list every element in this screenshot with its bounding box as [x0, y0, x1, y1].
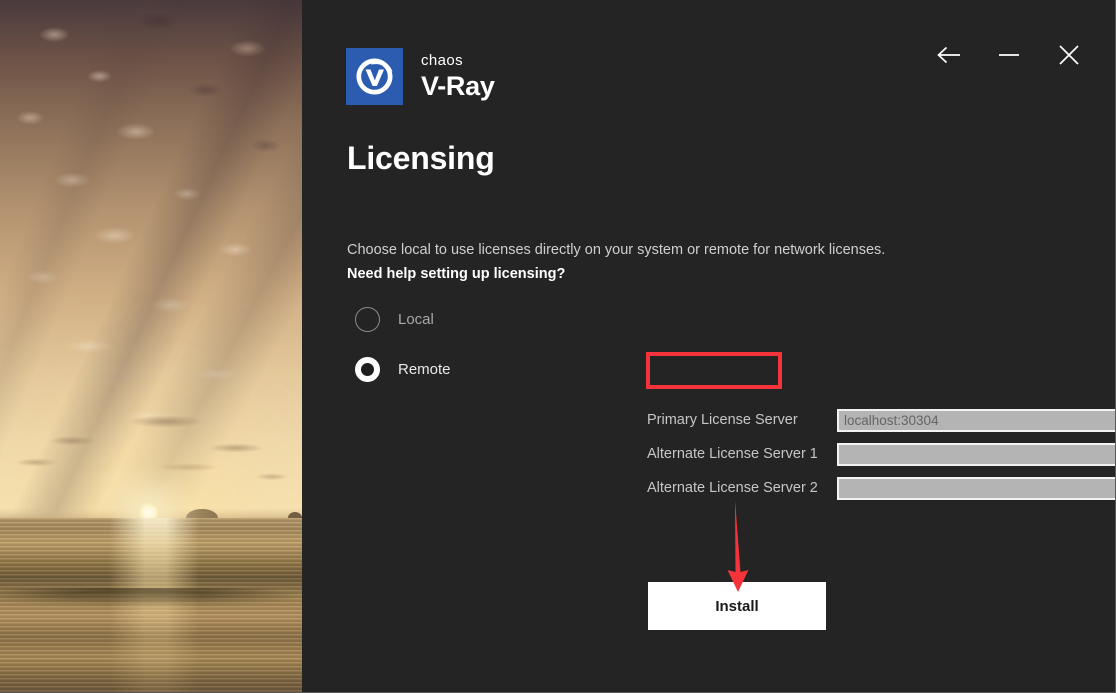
radio-checked-icon[interactable] [355, 357, 380, 382]
close-button[interactable] [1052, 38, 1086, 72]
hero-image [0, 0, 302, 693]
primary-server-input[interactable] [837, 409, 1116, 432]
page-description: Choose local to use licenses directly on… [347, 242, 885, 258]
local-radio-label: Local [398, 311, 434, 328]
brand-logo: chaos V-Ray [346, 48, 495, 105]
wave-crest [0, 588, 302, 614]
remote-radio-label: Remote [398, 361, 451, 378]
window-controls [932, 38, 1086, 72]
alternate-server-2-input[interactable] [837, 477, 1116, 500]
local-radio-row[interactable]: Local [355, 307, 434, 332]
help-link[interactable]: Need help setting up licensing? [347, 266, 565, 282]
minimize-button[interactable] [992, 38, 1026, 72]
primary-server-label: Primary License Server [647, 412, 798, 428]
vray-logo-icon [346, 48, 403, 105]
content-panel: chaos V-Ray Licensing Choose local to us… [302, 0, 1116, 693]
alternate-server-1-label: Alternate License Server 1 [647, 446, 818, 462]
brand-company: chaos [421, 53, 495, 68]
remote-radio-row[interactable]: Remote [355, 357, 451, 382]
alternate-server-1-input[interactable] [837, 443, 1116, 466]
annotation-highlight-box [646, 352, 782, 389]
install-button[interactable]: Install [648, 582, 826, 630]
annotation-arrow-icon [710, 500, 766, 592]
alternate-server-2-label: Alternate License Server 2 [647, 480, 818, 496]
low-cloud-bank [0, 400, 302, 520]
page-title: Licensing [347, 140, 495, 177]
brand-product: V-Ray [421, 73, 495, 100]
radio-unchecked-icon[interactable] [355, 307, 380, 332]
back-button[interactable] [932, 38, 966, 72]
installer-window: chaos V-Ray Licensing Choose local to us… [0, 0, 1116, 693]
